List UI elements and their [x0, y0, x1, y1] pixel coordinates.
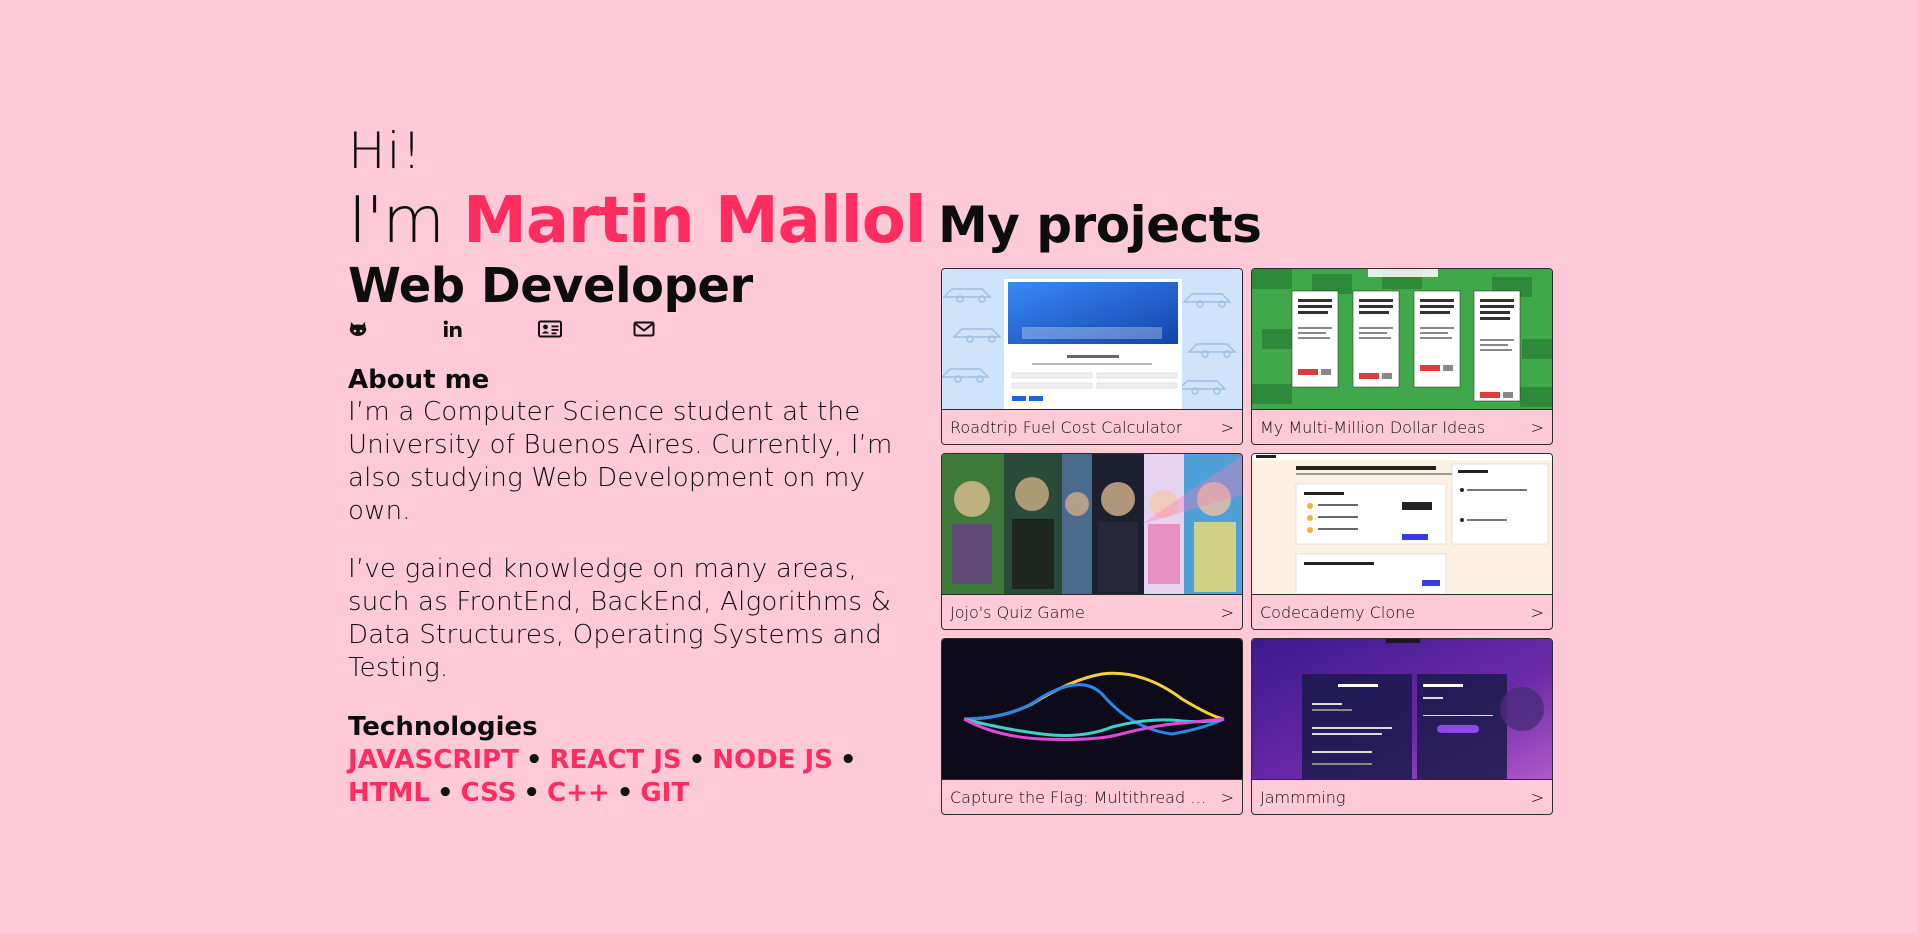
envelope-icon: [633, 321, 655, 337]
linkedin-icon: [443, 320, 462, 337]
separator: •: [525, 745, 543, 775]
id-card-icon: [538, 320, 562, 338]
project-thumbnail: [1252, 454, 1552, 595]
separator: •: [616, 778, 634, 808]
chevron-right-icon: >: [1220, 788, 1234, 807]
project-caption: My Multi-Million Dollar Ideas >: [1252, 410, 1552, 444]
project-caption: Roadtrip Fuel Cost Calculator >: [942, 410, 1242, 444]
separator: •: [436, 778, 454, 808]
chevron-right-icon: >: [1220, 603, 1234, 622]
tech-item: REACT JS: [549, 745, 682, 775]
tech-item: NODE JS: [712, 745, 833, 775]
project-caption: Capture the Flag: Multithread game >: [942, 780, 1242, 814]
tech-item: GIT: [640, 778, 690, 808]
github-link[interactable]: [348, 318, 443, 340]
project-title: Capture the Flag: Multithread game: [950, 788, 1212, 807]
chevron-right-icon: >: [1530, 788, 1544, 807]
project-title: Jammming: [1260, 788, 1346, 807]
linkedin-link[interactable]: [443, 318, 538, 340]
project-card-jammming[interactable]: Jammming >: [1251, 638, 1553, 815]
name-heading: I'm Martin Mallol: [348, 184, 927, 258]
project-card-codecademy[interactable]: Codecademy Clone >: [1251, 453, 1553, 630]
project-title: Roadtrip Fuel Cost Calculator: [950, 418, 1183, 437]
project-thumbnail: [942, 639, 1242, 780]
projects-grid: Roadtrip Fuel Cost Calculator > My Multi…: [941, 268, 1555, 815]
project-thumbnail: [942, 454, 1242, 595]
project-title: My Multi-Million Dollar Ideas: [1260, 418, 1486, 437]
separator: •: [523, 778, 541, 808]
project-card-capture-the-flag[interactable]: Capture the Flag: Multithread game >: [941, 638, 1243, 815]
tech-item: JAVASCRIPT: [348, 745, 519, 775]
about-heading: About me: [348, 365, 490, 395]
projects-section: My projects Roadtrip Fuel Cost Calculato…: [938, 194, 1558, 815]
separator: •: [688, 745, 706, 775]
project-card-roadtrip[interactable]: Roadtrip Fuel Cost Calculator >: [941, 268, 1243, 445]
tech-item: CSS: [460, 778, 517, 808]
email-link[interactable]: [633, 318, 728, 340]
project-caption: Jammming >: [1252, 780, 1552, 814]
project-title: Jojo's Quiz Game: [950, 603, 1085, 622]
about-paragraph: I’ve gained knowledge on many areas, suc…: [348, 554, 892, 683]
technologies-heading: Technologies: [348, 712, 538, 742]
social-links: [348, 318, 908, 340]
project-title: Codecademy Clone: [1260, 603, 1416, 622]
resume-link[interactable]: [538, 318, 633, 340]
project-thumbnail: [942, 269, 1242, 410]
role-title: Web Developer: [348, 258, 753, 314]
project-caption: Jojo's Quiz Game >: [942, 595, 1242, 629]
name-highlight: Martin Mallol: [463, 184, 926, 258]
about-paragraph: I’m a Computer Science student at the Un…: [348, 397, 893, 526]
tech-item: HTML: [348, 778, 430, 808]
intro-section: Hi! I'm Martin Mallol Web Developer Abou…: [348, 118, 927, 810]
chevron-right-icon: >: [1530, 603, 1544, 622]
project-thumbnail: [1252, 639, 1552, 780]
project-card-ideas[interactable]: My Multi-Million Dollar Ideas >: [1251, 268, 1553, 445]
project-card-jojo[interactable]: Jojo's Quiz Game >: [941, 453, 1243, 630]
greeting: Hi!: [348, 122, 423, 180]
project-thumbnail: [1252, 269, 1552, 410]
separator: •: [839, 745, 857, 775]
chevron-right-icon: >: [1530, 418, 1544, 437]
chevron-right-icon: >: [1220, 418, 1234, 437]
projects-heading: My projects: [938, 196, 1262, 254]
github-icon: [349, 322, 367, 336]
project-caption: Codecademy Clone >: [1252, 595, 1552, 629]
im-text: I'm: [348, 184, 464, 258]
tech-item: C++: [547, 778, 610, 808]
technologies-list: JAVASCRIPT • REACT JS • NODE JS • HTML • CSS • C+…: [348, 744, 908, 810]
